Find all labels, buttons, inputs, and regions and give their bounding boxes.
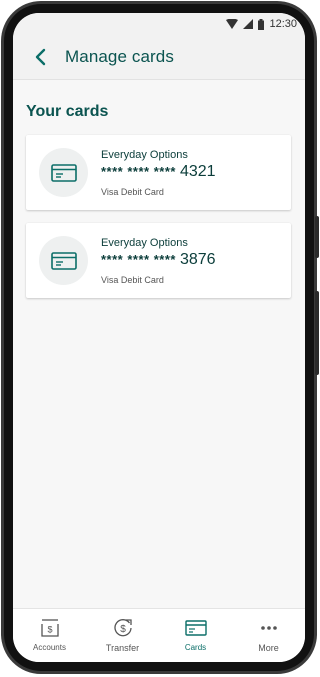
app-bar: Manage cards (13, 35, 305, 80)
card-number-masked: **** **** **** (101, 164, 176, 179)
card-number: **** **** **** 4321 (101, 163, 216, 181)
battery-icon (258, 18, 265, 30)
nav-label: Cards (184, 643, 207, 652)
card-icon-container (39, 236, 88, 285)
nav-item-accounts[interactable]: $ Accounts (13, 609, 86, 662)
card-number-last4: 4321 (179, 163, 216, 180)
svg-text:$: $ (120, 624, 126, 635)
status-bar: 12:30 (13, 13, 305, 35)
status-time: 12:30 (269, 18, 297, 30)
screen: 12:30 Manage cards Your cards Everyday O… (13, 13, 305, 662)
accounts-icon: $ (40, 619, 59, 637)
power-button (315, 291, 319, 375)
card-number: **** **** **** 3876 (101, 251, 216, 269)
section-title: Your cards (26, 103, 109, 120)
card-item[interactable]: Everyday Options **** **** **** 4321 Vis… (26, 135, 291, 210)
nav-label: Accounts (33, 643, 66, 652)
card-type: Visa Debit Card (101, 187, 164, 197)
nav-label: More (258, 643, 279, 653)
card-name: Everyday Options (101, 237, 188, 249)
credit-card-icon (50, 163, 77, 182)
card-icon-container (39, 148, 88, 197)
nav-item-more[interactable]: More (232, 609, 305, 662)
bottom-nav: $ Accounts $ Transfer Cards More (13, 608, 305, 662)
back-button[interactable] (23, 39, 59, 75)
svg-text:$: $ (47, 625, 52, 635)
credit-card-icon (50, 251, 77, 270)
card-item[interactable]: Everyday Options **** **** **** 3876 Vis… (26, 223, 291, 298)
page-title: Manage cards (65, 47, 174, 66)
more-icon (260, 626, 277, 630)
chevron-left-icon (35, 48, 46, 66)
nav-item-cards[interactable]: Cards (159, 609, 232, 662)
card-number-masked: **** **** **** (101, 252, 176, 267)
card-number-last4: 3876 (179, 251, 216, 268)
nav-item-transfer[interactable]: $ Transfer (86, 609, 159, 662)
card-type: Visa Debit Card (101, 275, 164, 285)
signal-icon (243, 19, 254, 29)
card-name: Everyday Options (101, 149, 188, 161)
transfer-icon: $ (113, 619, 132, 637)
cards-icon (184, 620, 207, 636)
wifi-icon (226, 19, 239, 29)
volume-button (315, 216, 319, 258)
nav-label: Transfer (105, 643, 140, 653)
